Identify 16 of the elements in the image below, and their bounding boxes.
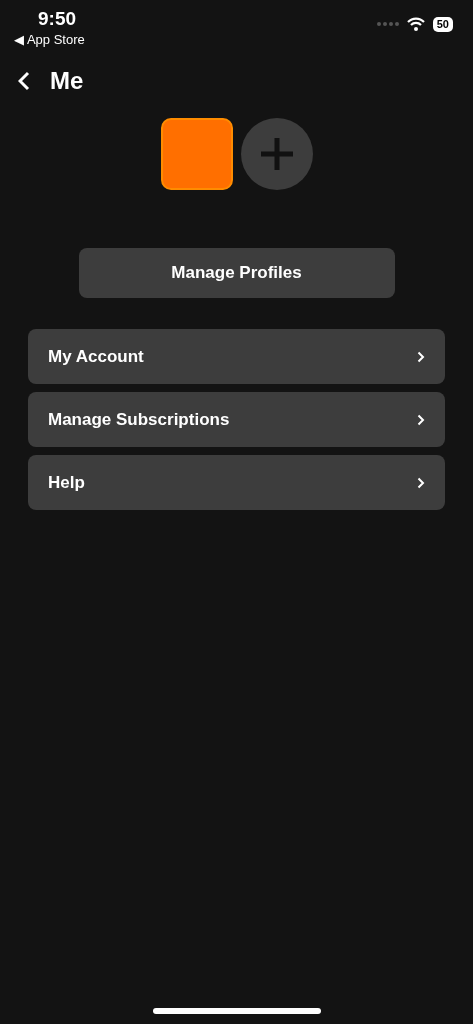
back-to-app-link[interactable]: ◀ App Store [14, 30, 85, 50]
wifi-icon [406, 17, 425, 31]
page-title: Me [50, 66, 84, 96]
profile-avatar[interactable] [160, 118, 233, 190]
chevron-right-icon [417, 476, 425, 489]
menu-item[interactable]: Help [28, 455, 445, 510]
menu-item[interactable]: Manage Subscriptions [28, 392, 445, 447]
status-time: 9:50 [37, 8, 78, 30]
plus-icon [258, 136, 295, 172]
signal-icon [376, 22, 399, 26]
manage-profiles-button[interactable]: Manage Profiles [78, 248, 395, 298]
back-icon[interactable] [18, 71, 30, 91]
menu-item[interactable]: My Account [28, 329, 445, 384]
battery-level: 50 [432, 16, 453, 32]
chevron-right-icon [417, 350, 425, 363]
chevron-right-icon [417, 413, 425, 426]
